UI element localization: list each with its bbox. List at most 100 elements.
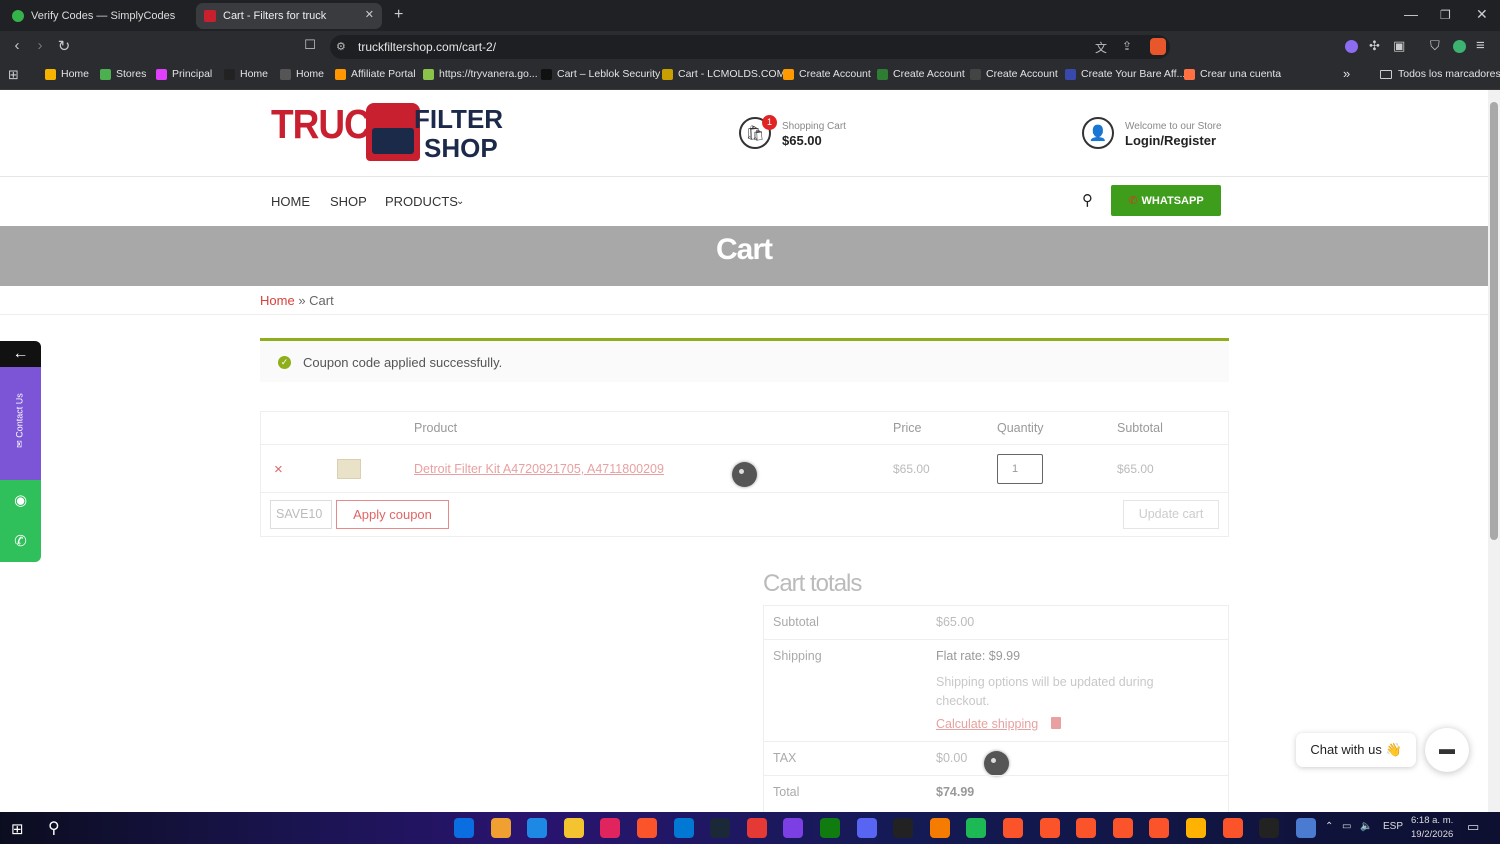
- brave-shield-icon[interactable]: [1150, 38, 1166, 55]
- language-indicator[interactable]: ESP: [1383, 821, 1403, 832]
- bookmark-item[interactable]: Crear una cuenta: [1184, 68, 1281, 80]
- nav-shop[interactable]: SHOP: [330, 194, 367, 209]
- minimize-button[interactable]: —: [1404, 6, 1418, 22]
- bookmark-item[interactable]: Create Your Bare Aff...: [1065, 68, 1185, 80]
- app-icon[interactable]: [783, 818, 804, 838]
- calculate-shipping-link[interactable]: Calculate shipping: [936, 717, 1038, 731]
- product-link[interactable]: Detroit Filter Kit A4720921705, A4711800…: [414, 462, 664, 476]
- bookmark-item[interactable]: Affiliate Portal: [335, 68, 416, 80]
- app-icon[interactable]: [1186, 818, 1206, 838]
- vpn-shield-icon[interactable]: ⛉: [1430, 38, 1440, 54]
- whatsapp-button[interactable]: ✆ WHATSAPP: [1111, 185, 1221, 216]
- bookmark-item[interactable]: Cart – Leblok Security: [541, 68, 660, 80]
- bookmark-item[interactable]: Cart - LCMOLDS.COM: [662, 68, 785, 80]
- explorer-icon[interactable]: [563, 818, 584, 838]
- bookmark-item[interactable]: Create Account: [970, 68, 1058, 80]
- app-icon[interactable]: [1259, 818, 1280, 838]
- bookmark-item[interactable]: Home: [280, 68, 324, 80]
- store-icon[interactable]: [527, 818, 548, 838]
- url-text[interactable]: truckfiltershop.com/cart-2/: [358, 40, 496, 54]
- whatsapp-icon[interactable]: ◉: [0, 480, 41, 521]
- back-icon[interactable]: ‹: [6, 37, 28, 54]
- share-icon[interactable]: ⇪: [1122, 39, 1132, 53]
- scrollbar-thumb[interactable]: [1490, 102, 1498, 540]
- bookmark-item[interactable]: Home: [45, 68, 89, 80]
- apply-coupon-button[interactable]: Apply coupon: [336, 500, 449, 529]
- cart-amount[interactable]: $65.00: [782, 133, 822, 148]
- bookmark-item[interactable]: https://tryvanera.go...: [423, 68, 538, 80]
- user-icon[interactable]: 👤: [1082, 117, 1114, 149]
- discord-icon[interactable]: [856, 818, 877, 838]
- windows-start-icon[interactable]: ⊞: [11, 820, 24, 838]
- reload-icon[interactable]: ↻: [53, 37, 75, 55]
- vlc-icon[interactable]: [929, 818, 950, 838]
- opera-icon[interactable]: [600, 818, 621, 838]
- chat-with-us-bubble[interactable]: Chat with us 👋: [1296, 733, 1416, 767]
- chevron-down-icon[interactable]: ⌄: [456, 196, 464, 207]
- product-thumbnail[interactable]: [337, 459, 361, 479]
- brave-icon[interactable]: [1076, 818, 1097, 838]
- close-window-button[interactable]: ✕: [1476, 6, 1488, 23]
- wallet-icon[interactable]: [1453, 40, 1466, 53]
- brave-icon[interactable]: [1003, 818, 1023, 838]
- truck-icon[interactable]: [1051, 717, 1061, 729]
- epic-icon[interactable]: [893, 818, 914, 838]
- sidebar-icon[interactable]: ▣: [1393, 38, 1405, 54]
- chat-icon[interactable]: ▬: [1425, 728, 1469, 772]
- new-tab-button[interactable]: +: [394, 6, 403, 24]
- collapse-arrow-icon[interactable]: ←: [0, 341, 41, 367]
- site-settings-icon[interactable]: ⚙: [336, 40, 346, 53]
- bookmark-item[interactable]: Principal: [156, 68, 212, 80]
- bookmark-item[interactable]: Create Account: [783, 68, 871, 80]
- bookmarks-overflow-icon[interactable]: »: [1343, 66, 1350, 81]
- xbox-icon[interactable]: [820, 818, 840, 838]
- logo-filter-text[interactable]: FILTER: [414, 106, 503, 132]
- restore-button[interactable]: ❐: [1440, 8, 1451, 22]
- spotify-icon[interactable]: [966, 818, 987, 838]
- bookmark-item[interactable]: Create Account: [877, 68, 965, 80]
- nav-home[interactable]: HOME: [271, 194, 310, 209]
- tab-cart-filters[interactable]: Cart - Filters for truck ✕: [196, 3, 382, 29]
- nav-products[interactable]: PRODUCTS: [385, 194, 458, 209]
- bookmark-icon[interactable]: ☐: [299, 37, 321, 53]
- bookmark-item[interactable]: Home: [224, 68, 268, 80]
- close-tab-icon[interactable]: ✕: [365, 8, 374, 21]
- clock-date[interactable]: 19/2/2026: [1411, 829, 1453, 840]
- all-bookmarks[interactable]: Todos los marcadores: [1380, 68, 1500, 80]
- clock-time[interactable]: 6:18 a. m.: [1411, 815, 1453, 826]
- extension-icon[interactable]: [1345, 40, 1358, 53]
- update-cart-button[interactable]: Update cart: [1123, 500, 1219, 529]
- phone-icon[interactable]: ✆: [0, 521, 41, 562]
- copilot-icon[interactable]: [490, 818, 511, 838]
- extensions-puzzle-icon[interactable]: ✣: [1369, 38, 1380, 54]
- app-icon[interactable]: [1295, 818, 1316, 838]
- menu-icon[interactable]: ≡: [1476, 37, 1485, 54]
- translate-icon[interactable]: 文: [1095, 39, 1107, 56]
- brave-icon[interactable]: [1112, 818, 1133, 838]
- quantity-input[interactable]: 1: [997, 454, 1043, 484]
- tray-chevron-icon[interactable]: ⌃: [1325, 821, 1333, 832]
- apps-grid-icon[interactable]: ⊞: [8, 67, 19, 83]
- search-icon[interactable]: ⚲: [1082, 191, 1093, 209]
- app-icon[interactable]: [746, 818, 767, 838]
- network-icon[interactable]: ▭: [1342, 821, 1351, 832]
- bookmark-item[interactable]: Stores: [100, 68, 146, 80]
- tab-verify-codes[interactable]: Verify Codes — SimplyCodes: [4, 3, 192, 29]
- notifications-icon[interactable]: ▭: [1467, 819, 1479, 835]
- volume-icon[interactable]: 🔈: [1360, 821, 1372, 832]
- logo-shop-text[interactable]: SHOP: [424, 133, 498, 164]
- breadcrumb-home[interactable]: Home: [260, 293, 295, 308]
- search-icon[interactable]: ⚲: [48, 818, 60, 838]
- login-register-link[interactable]: Login/Register: [1125, 133, 1216, 148]
- steam-icon[interactable]: [710, 818, 731, 838]
- brave-icon[interactable]: [1222, 818, 1243, 838]
- brave-icon[interactable]: [1039, 818, 1060, 838]
- coupon-code-input[interactable]: SAVE10: [270, 500, 332, 529]
- forward-icon[interactable]: ›: [29, 37, 51, 54]
- remove-item-icon[interactable]: ×: [274, 461, 283, 478]
- brave-icon[interactable]: [637, 818, 657, 838]
- edge-icon[interactable]: [673, 818, 694, 838]
- truck-favicon-icon: [204, 10, 216, 22]
- outlook-icon[interactable]: [454, 818, 474, 838]
- brave-icon[interactable]: [1149, 818, 1170, 838]
